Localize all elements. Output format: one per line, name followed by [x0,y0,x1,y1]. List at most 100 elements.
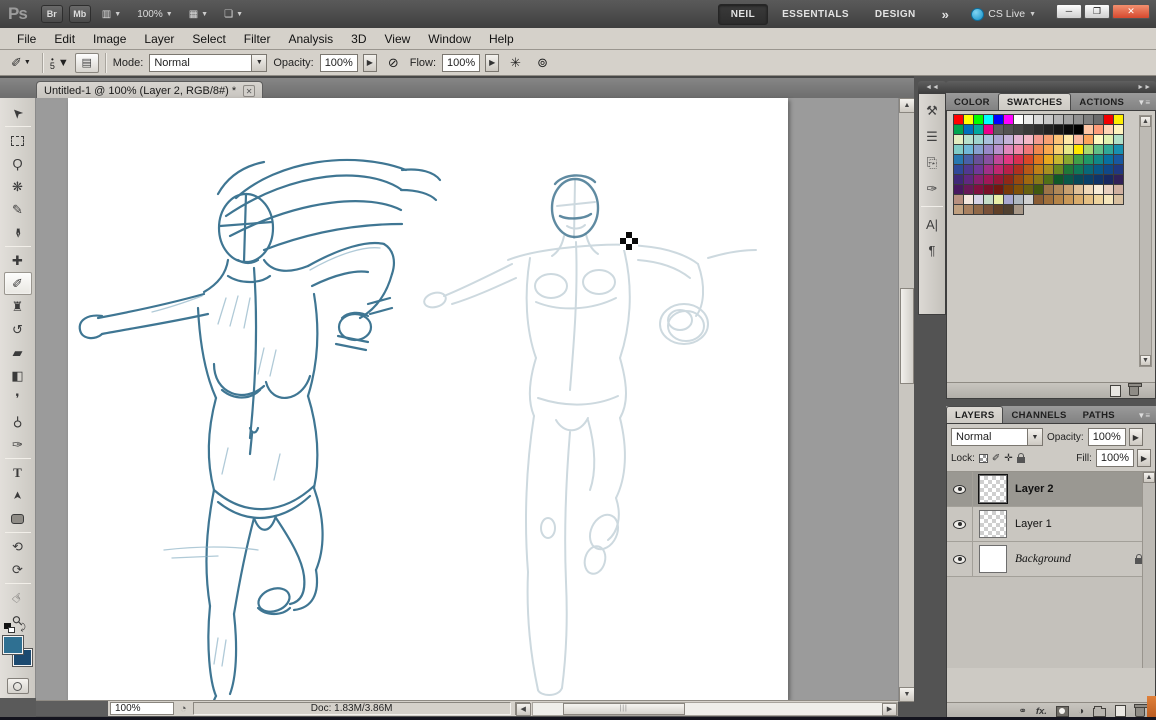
scroll-up-icon[interactable]: ▲ [1140,116,1151,127]
layer-fill-slider-button[interactable]: ▶ [1137,449,1151,467]
paragraph-panel-icon[interactable]: ¶ [921,239,943,261]
new-group-icon[interactable] [1093,708,1106,717]
lock-position-icon[interactable]: ✛ [1004,453,1012,464]
scroll-up-icon[interactable]: ▲ [1143,472,1155,483]
layers-tab-channels[interactable]: CHANNELS [1003,407,1074,423]
3d-rotate-tool[interactable]: ⟲ [4,535,32,558]
launch-bridge-button[interactable]: Br [41,5,63,23]
clone-source-panel-icon[interactable]: ⎘ [921,152,943,174]
color-swatch[interactable] [1113,194,1124,205]
pen-tool[interactable]: ✑ [4,433,32,456]
close-button[interactable]: ✕ [1112,4,1150,19]
minimize-button[interactable]: ─ [1056,4,1082,19]
spot-healing-brush-tool[interactable]: ✚ [4,249,32,272]
brush-panel-icon[interactable]: ☰ [921,126,943,148]
blend-mode-select[interactable]: Normal ▼ [149,54,267,72]
canvas[interactable] [68,98,788,700]
lock-transparency-icon[interactable] [979,454,988,463]
brush-preset-picker[interactable]: •5 ▼ [50,56,69,70]
layer-row-layer-1[interactable]: Layer 1 [947,507,1155,542]
workspace-design[interactable]: DESIGN [863,5,928,24]
layer-thumbnail[interactable] [979,510,1007,538]
visibility-cell[interactable] [947,472,973,506]
tablet-pressure-opacity-icon[interactable]: ⊘ [383,53,404,73]
collapse-dock-strip-button[interactable]: ◄◄ [918,81,946,93]
swatches-scrollbar[interactable]: ▲ ▼ [1139,115,1152,367]
arrange-documents-dropdown[interactable]: ▦▼ [184,7,213,22]
vertical-scroll-thumb[interactable] [900,288,914,384]
menu-3d[interactable]: 3D [342,29,375,49]
eye-icon[interactable] [953,555,966,564]
menu-edit[interactable]: Edit [45,29,84,49]
canvas-horizontal-scrollbar[interactable]: ◀ ||| ▶ [532,702,898,716]
zoom-level-dropdown[interactable]: 100%▼ [132,7,178,22]
horizontal-scroll-thumb[interactable]: ||| [563,703,685,715]
menu-filter[interactable]: Filter [235,29,280,49]
layer-thumbnail[interactable] [979,545,1007,573]
scroll-right-icon[interactable]: ▶ [882,703,897,716]
flow-input[interactable]: 100% [442,54,480,72]
type-tool[interactable]: T [4,461,32,484]
layers-tab-paths[interactable]: PATHS [1075,407,1123,423]
blur-tool[interactable]: ❜ [4,387,32,410]
new-layer-icon[interactable] [1115,705,1126,717]
default-colors-icon[interactable] [4,623,14,633]
layer-opacity-input[interactable]: 100% [1088,428,1126,446]
scroll-up-icon[interactable]: ▲ [899,98,915,113]
scroll-down-icon[interactable]: ▼ [1140,355,1151,366]
eraser-tool[interactable]: ▰ [4,341,32,364]
new-swatch-button[interactable] [1110,385,1121,397]
restore-button[interactable]: ❐ [1084,4,1110,19]
tool-presets-panel-icon[interactable]: ⚒ [921,100,943,122]
layer-row-layer-2[interactable]: Layer 2 [947,472,1155,507]
color-swatch[interactable] [1013,204,1024,215]
eye-icon[interactable] [953,485,966,494]
delete-layer-icon[interactable] [1135,706,1145,717]
opacity-input[interactable]: 100% [320,54,358,72]
lasso-tool[interactable]: Ϙ [4,152,32,175]
3d-orbit-tool[interactable]: ⟳ [4,558,32,581]
brush-presets-panel-icon[interactable]: ✑ [921,178,943,200]
layer-opacity-slider-button[interactable]: ▶ [1129,428,1143,446]
quick-selection-tool[interactable]: ❋ [4,175,32,198]
swatches-tab-swatches[interactable]: SWATCHES [998,93,1072,110]
layer-fill-input[interactable]: 100% [1096,449,1134,467]
workspace-essentials[interactable]: ESSENTIALS [770,5,861,24]
view-extras-dropdown[interactable]: ▥▼ [97,7,126,22]
menu-view[interactable]: View [375,29,419,49]
launch-mini-bridge-button[interactable]: Mb [69,5,91,23]
clone-stamp-tool[interactable]: ♜ [4,295,32,318]
adjustment-layer-icon[interactable]: ◑ [1078,706,1084,717]
layer-blend-mode-select[interactable]: Normal ▼ [951,428,1043,446]
layer-list-scrollbar[interactable]: ▲ [1142,472,1155,668]
link-layers-icon[interactable]: ⚭ [1018,706,1026,717]
brush-tool[interactable]: ✐ [4,272,32,295]
quick-mask-button[interactable] [7,678,29,694]
menu-select[interactable]: Select [183,29,234,49]
delete-swatch-button[interactable] [1129,385,1139,396]
airbrush-toggle-icon[interactable]: ✳ [505,53,526,73]
workspace-overflow-chevron[interactable]: » [934,7,958,22]
tablet-pressure-size-icon[interactable]: ⊚ [532,53,553,73]
crop-slice-tool[interactable]: ✎ [4,198,32,221]
layer-thumbnail[interactable] [979,475,1007,503]
close-document-icon[interactable]: ✕ [243,85,255,97]
tool-preset-picker[interactable]: ✐ ▼ [6,53,36,73]
swatches-panel-menu-icon[interactable]: ▼≡ [1137,98,1156,110]
swap-colors-icon[interactable]: ⤸ [21,622,26,633]
opacity-slider-button[interactable]: ▶ [363,54,377,72]
eyedropper-tool[interactable]: ✒ [4,221,32,244]
move-tool[interactable]: ➤ [4,101,32,124]
shape-tool[interactable] [4,507,32,530]
path-selection-tool[interactable]: ➤ [4,484,32,507]
rectangular-marquee-tool[interactable] [4,129,32,152]
visibility-cell[interactable] [947,507,973,541]
menu-image[interactable]: Image [84,29,135,49]
layers-panel-menu-icon[interactable]: ▼≡ [1137,411,1156,423]
toggle-brush-panel-button[interactable]: ▤ [75,53,99,73]
character-panel-icon[interactable]: A| [921,213,943,235]
dodge-tool[interactable]: ⚲ [4,410,32,433]
canvas-vertical-scrollbar[interactable]: ▲ ▼ [898,98,914,702]
add-layer-mask-icon[interactable] [1056,706,1069,717]
scroll-down-icon[interactable]: ▼ [899,687,915,702]
